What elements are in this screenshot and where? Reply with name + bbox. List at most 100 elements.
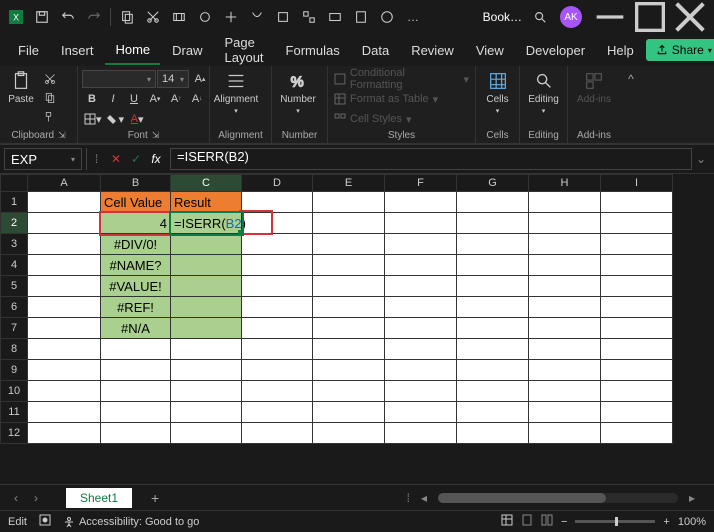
cell[interactable] <box>28 360 101 381</box>
cell[interactable] <box>313 318 385 339</box>
scroll-left-icon[interactable]: ◂ <box>414 491 434 505</box>
cell[interactable] <box>601 192 673 213</box>
cell[interactable] <box>28 192 101 213</box>
cell[interactable] <box>313 213 385 234</box>
cell[interactable] <box>313 297 385 318</box>
undo-icon[interactable] <box>56 5 80 29</box>
cell[interactable] <box>28 339 101 360</box>
format-as-table-button[interactable]: Format as Table ▾ <box>332 90 471 108</box>
qat-icon-2[interactable] <box>193 5 217 29</box>
cell[interactable] <box>28 213 101 234</box>
zoom-level[interactable]: 100% <box>678 516 706 528</box>
cell[interactable] <box>601 423 673 444</box>
italic-button[interactable]: I <box>103 90 123 108</box>
cell[interactable] <box>385 381 457 402</box>
col-header[interactable]: F <box>385 174 457 192</box>
row-header[interactable]: 6 <box>0 297 28 318</box>
zoom-slider[interactable] <box>575 520 655 523</box>
cut-button[interactable] <box>40 70 60 88</box>
cell[interactable] <box>457 297 529 318</box>
fill-color-button[interactable]: ▾ <box>105 110 127 128</box>
cell[interactable] <box>529 276 601 297</box>
tab-home[interactable]: Home <box>105 36 160 65</box>
cell[interactable] <box>385 213 457 234</box>
cell[interactable] <box>101 381 171 402</box>
cancel-formula-icon[interactable]: ✕ <box>106 148 126 170</box>
zoom-in-button[interactable]: + <box>663 516 669 528</box>
macro-record-icon[interactable] <box>39 514 51 529</box>
alignment-button[interactable]: Alignment▾ <box>214 70 258 115</box>
row-header[interactable]: 8 <box>0 339 28 360</box>
number-button[interactable]: %Number▾ <box>276 70 320 115</box>
cut-icon[interactable] <box>141 5 165 29</box>
enter-formula-icon[interactable]: ✓ <box>126 148 146 170</box>
cell[interactable] <box>457 318 529 339</box>
cell[interactable] <box>529 213 601 234</box>
col-header[interactable]: C <box>171 174 242 192</box>
cell[interactable] <box>28 423 101 444</box>
cell[interactable] <box>529 297 601 318</box>
expand-formula-bar-icon[interactable]: ⌄ <box>692 152 710 166</box>
col-header[interactable]: G <box>457 174 529 192</box>
redo-icon[interactable] <box>82 5 106 29</box>
view-normal-icon[interactable] <box>501 514 513 529</box>
cell[interactable] <box>385 423 457 444</box>
cell[interactable] <box>457 381 529 402</box>
cell[interactable] <box>28 276 101 297</box>
save-icon[interactable] <box>30 5 54 29</box>
cell[interactable] <box>313 255 385 276</box>
cell[interactable] <box>171 381 242 402</box>
row-header[interactable]: 1 <box>0 192 28 213</box>
cell[interactable] <box>529 381 601 402</box>
scroll-right-icon[interactable]: ▸ <box>682 491 702 505</box>
copy-button[interactable] <box>40 89 60 107</box>
cell[interactable] <box>242 381 313 402</box>
format-painter-button[interactable] <box>40 108 60 126</box>
col-header[interactable]: B <box>101 174 171 192</box>
minimize-button[interactable] <box>590 3 630 31</box>
cell[interactable] <box>457 213 529 234</box>
cell[interactable] <box>385 192 457 213</box>
sheet-next-icon[interactable]: › <box>26 491 46 505</box>
cell[interactable] <box>313 339 385 360</box>
cell[interactable]: #N/A <box>101 318 171 339</box>
cell[interactable] <box>242 234 313 255</box>
cell[interactable] <box>457 360 529 381</box>
cell[interactable] <box>313 360 385 381</box>
cell[interactable] <box>313 423 385 444</box>
cell[interactable] <box>28 234 101 255</box>
row-header[interactable]: 3 <box>0 234 28 255</box>
increase-font-icon[interactable]: A▴ <box>190 70 210 88</box>
row-header[interactable]: 12 <box>0 423 28 444</box>
paste-button[interactable]: Paste <box>4 70 38 105</box>
cell[interactable]: #DIV/0! <box>101 234 171 255</box>
dialog-launcher-icon[interactable]: ⇲ <box>152 130 160 141</box>
tab-insert[interactable]: Insert <box>51 37 104 64</box>
cell[interactable] <box>601 297 673 318</box>
accessibility-status[interactable]: Accessibility: Good to go <box>63 516 199 528</box>
cell[interactable] <box>242 213 313 234</box>
font-grow-icon[interactable]: A↑ <box>166 90 186 108</box>
cell[interactable] <box>529 423 601 444</box>
editing-button[interactable]: Editing▾ <box>524 70 563 115</box>
view-page-layout-icon[interactable] <box>521 514 533 529</box>
cell[interactable]: Cell Value <box>101 192 171 213</box>
cell-styles-button[interactable]: Cell Styles ▾ <box>332 110 471 128</box>
cell[interactable] <box>385 402 457 423</box>
cell[interactable]: Result <box>171 192 242 213</box>
copy-icon[interactable] <box>115 5 139 29</box>
row-header[interactable]: 4 <box>0 255 28 276</box>
cell[interactable]: #NAME? <box>101 255 171 276</box>
cell[interactable] <box>28 255 101 276</box>
cell[interactable] <box>601 360 673 381</box>
col-header[interactable]: A <box>28 174 101 192</box>
cell[interactable] <box>242 318 313 339</box>
cell[interactable] <box>242 423 313 444</box>
cell[interactable] <box>171 297 242 318</box>
qat-overflow[interactable]: … <box>401 5 425 29</box>
row-header[interactable]: 2 <box>0 213 28 234</box>
cell[interactable] <box>171 318 242 339</box>
sheet-tab[interactable]: Sheet1 <box>66 488 132 508</box>
cell[interactable] <box>313 234 385 255</box>
cell[interactable] <box>601 318 673 339</box>
